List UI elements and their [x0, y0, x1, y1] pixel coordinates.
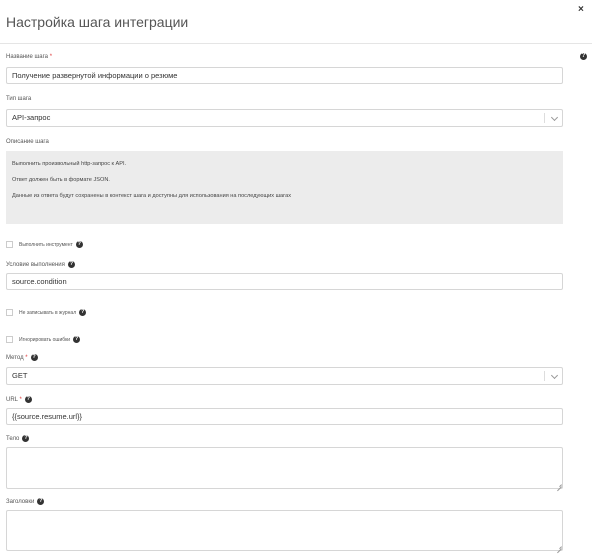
- help-icon[interactable]: ?: [79, 309, 87, 316]
- step-type-value: API-запрос: [12, 113, 51, 122]
- dialog-title: Настройка шага интеграции: [6, 14, 189, 30]
- select-separator: [544, 371, 545, 381]
- dialog-header: Настройка шага интеграции: [0, 0, 592, 44]
- required-mark: *: [19, 397, 22, 404]
- chevron-down-icon: [550, 371, 559, 380]
- description-line: Данные из ответа будут сохранены в конте…: [12, 193, 291, 199]
- body-label: Тело?: [6, 435, 30, 443]
- help-icon[interactable]: ?: [30, 354, 38, 361]
- method-value: GET: [12, 371, 28, 380]
- checkbox-box[interactable]: [6, 241, 13, 248]
- description-label: Описание шага: [6, 139, 49, 145]
- description-line: Ответ должен быть в формате JSON.: [12, 177, 110, 183]
- url-input[interactable]: {{source.resume.url}}: [6, 408, 563, 425]
- run-tool-checkbox[interactable]: Выполнить инструмент?: [6, 241, 83, 248]
- description-box: Выполнить произвольный http-запрос к API…: [6, 151, 563, 224]
- required-mark: *: [25, 355, 28, 362]
- help-icon[interactable]: ?: [22, 435, 30, 442]
- chevron-down-icon: [550, 113, 559, 122]
- method-label: Метод *?: [6, 354, 38, 362]
- checkbox-box[interactable]: [6, 309, 13, 316]
- help-icon[interactable]: ?: [580, 53, 587, 60]
- help-icon[interactable]: ?: [67, 261, 75, 268]
- url-label: URL *?: [6, 396, 32, 404]
- help-icon[interactable]: ?: [75, 241, 83, 248]
- headers-label: Заголовки?: [6, 498, 45, 506]
- resize-handle[interactable]: [557, 482, 562, 487]
- step-name-label: Название шага *: [6, 54, 53, 60]
- method-select[interactable]: GET: [6, 367, 563, 385]
- resize-handle[interactable]: [557, 544, 562, 549]
- no-log-checkbox[interactable]: Не записывать в журнал?: [6, 309, 87, 316]
- condition-input[interactable]: source.condition: [6, 273, 563, 290]
- step-type-select[interactable]: API-запрос: [6, 109, 563, 127]
- step-type-label: Тип шага: [6, 96, 32, 102]
- step-name-input[interactable]: Получение развернутой информации о резюм…: [6, 67, 563, 84]
- help-icon[interactable]: ?: [73, 336, 81, 343]
- close-icon[interactable]: ×: [578, 5, 584, 15]
- body-textarea[interactable]: [6, 447, 563, 489]
- condition-label: Условие выполнения?: [6, 261, 75, 269]
- description-line: Выполнить произвольный http-запрос к API…: [12, 161, 127, 167]
- help-icon[interactable]: ?: [37, 498, 45, 505]
- required-mark: *: [49, 54, 53, 60]
- select-separator: [544, 113, 545, 123]
- headers-textarea[interactable]: [6, 510, 563, 551]
- ignore-errors-checkbox[interactable]: Игнорировать ошибки?: [6, 336, 81, 343]
- help-icon[interactable]: ?: [24, 396, 32, 403]
- checkbox-box[interactable]: [6, 336, 13, 343]
